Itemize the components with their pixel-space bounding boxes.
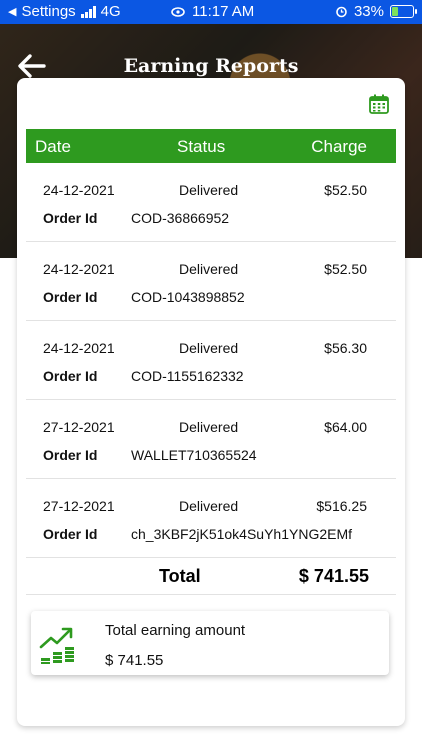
total-earning-label: Total earning amount	[105, 622, 246, 639]
back-to-app-label[interactable]: Settings	[21, 3, 75, 20]
row-date: 24-12-2021	[43, 340, 115, 356]
earning-report-card: Date Status Charge 24-12-2021 Delivered …	[17, 78, 405, 726]
network-label: 4G	[100, 3, 121, 20]
order-id-label: Order Id	[43, 368, 98, 384]
row-order-id: COD-1155162332	[131, 368, 244, 384]
row-date: 24-12-2021	[43, 182, 115, 198]
table-header: Date Status Charge	[26, 129, 396, 163]
orders-list: 24-12-2021 Delivered $52.50 Order Id COD…	[26, 163, 396, 558]
status-bar-left: ◀ Settings 4G	[8, 3, 121, 20]
back-triangle-icon[interactable]: ◀	[8, 5, 16, 18]
status-bar-right: 33%	[335, 3, 417, 20]
table-row[interactable]: 27-12-2021 Delivered $516.25 Order Id ch…	[26, 479, 396, 558]
table-row[interactable]: 24-12-2021 Delivered $56.30 Order Id COD…	[26, 321, 396, 400]
row-charge: $52.50	[324, 182, 367, 198]
row-status: Delivered	[179, 419, 239, 435]
vpn-icon	[171, 6, 185, 17]
status-bar: ◀ Settings 4G 11:17 AM 33%	[0, 0, 422, 24]
row-order-id: WALLET710365524	[131, 447, 257, 463]
column-header-date: Date	[35, 137, 71, 156]
order-id-label: Order Id	[43, 289, 98, 305]
chart-growth-icon	[39, 627, 74, 664]
total-value: $ 741.55	[298, 566, 369, 586]
row-order-id: ch_3KBF2jK51ok4SuYh1YNG2EMf	[131, 526, 353, 542]
total-row: Total $ 741.55	[26, 556, 396, 595]
row-status: Delivered	[179, 182, 239, 198]
column-header-status: Status	[177, 137, 226, 156]
total-earning-value: $ 741.55	[105, 652, 164, 669]
signal-icon	[80, 5, 96, 18]
order-id-label: Order Id	[43, 447, 98, 463]
status-bar-center: 11:17 AM	[170, 3, 254, 20]
row-charge: $516.25	[316, 498, 367, 514]
row-charge: $56.30	[324, 340, 367, 356]
battery-icon	[390, 5, 417, 18]
alarm-icon	[336, 6, 347, 18]
row-order-id: COD-1043898852	[131, 289, 245, 305]
order-id-label: Order Id	[43, 526, 98, 542]
table-row[interactable]: 24-12-2021 Delivered $52.50 Order Id COD…	[26, 163, 396, 242]
total-label: Total	[159, 566, 201, 586]
row-date: 27-12-2021	[43, 419, 115, 435]
battery-percent: 33%	[353, 3, 384, 20]
row-status: Delivered	[179, 340, 239, 356]
order-id-label: Order Id	[43, 210, 98, 226]
column-header-charge: Charge	[311, 137, 367, 156]
row-charge: $52.50	[324, 261, 367, 277]
row-status: Delivered	[179, 498, 239, 514]
calendar-icon[interactable]	[369, 94, 389, 114]
page-title: Earning Reports	[123, 55, 299, 77]
table-row[interactable]: 24-12-2021 Delivered $52.50 Order Id COD…	[26, 242, 396, 321]
clock: 11:17 AM	[192, 3, 255, 20]
table-row[interactable]: 27-12-2021 Delivered $64.00 Order Id WAL…	[26, 400, 396, 479]
row-status: Delivered	[179, 261, 239, 277]
row-date: 24-12-2021	[43, 261, 115, 277]
row-order-id: COD-36866952	[131, 210, 230, 226]
row-date: 27-12-2021	[43, 498, 115, 514]
row-charge: $64.00	[324, 419, 367, 435]
total-earning-summary: Total earning amount $ 741.55	[31, 611, 389, 675]
